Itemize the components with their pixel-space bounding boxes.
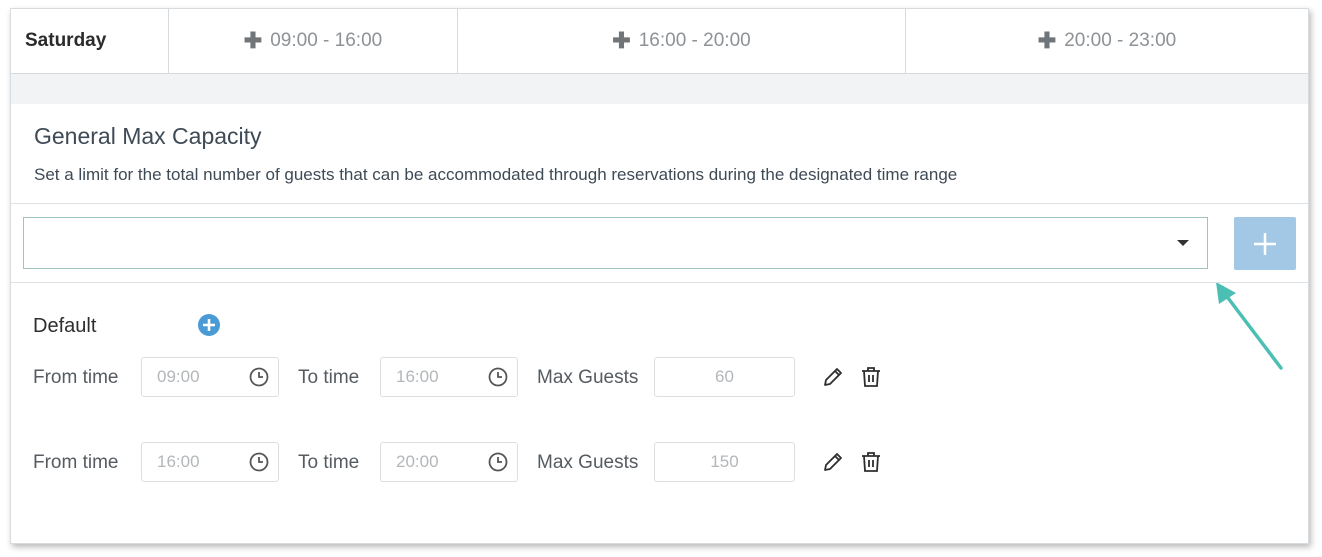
time-slot-3[interactable]: ✚ 20:00 - 23:00 xyxy=(906,9,1308,73)
time-slot-label: 09:00 - 16:00 xyxy=(270,30,383,51)
plus-icon xyxy=(1254,232,1276,255)
time-slot-1[interactable]: ✚ 09:00 - 16:00 xyxy=(169,9,458,73)
plus-icon: ✚ xyxy=(612,28,631,53)
add-capacity-button[interactable] xyxy=(1234,217,1296,270)
section-title: General Max Capacity xyxy=(34,123,262,149)
to-time-input[interactable]: 16:00 xyxy=(380,357,518,397)
clock-icon xyxy=(488,452,508,472)
pencil-icon[interactable] xyxy=(821,365,845,389)
section-description: Set a limit for the total number of gues… xyxy=(34,165,958,184)
time-range-row: From time 09:00 To time 16:00 Max Guests… xyxy=(11,357,1308,399)
max-guests-label: Max Guests xyxy=(537,367,639,388)
plus-icon: ✚ xyxy=(243,28,263,53)
capacity-group-select[interactable] xyxy=(23,217,1208,269)
group-label: Default xyxy=(33,315,97,337)
to-time-label: To time xyxy=(298,367,360,388)
max-guests-input[interactable]: 150 xyxy=(654,442,795,482)
add-time-range-icon[interactable] xyxy=(198,314,220,336)
from-time-label: From time xyxy=(33,452,119,473)
section-spacer xyxy=(11,74,1308,104)
day-label: Saturday xyxy=(11,9,169,73)
time-slot-label: 20:00 - 23:00 xyxy=(1064,30,1177,51)
from-time-input[interactable]: 09:00 xyxy=(141,357,279,397)
to-time-input[interactable]: 20:00 xyxy=(380,442,518,482)
chevron-down-icon xyxy=(1177,240,1189,246)
clock-icon xyxy=(249,367,269,387)
max-guests-input[interactable]: 60 xyxy=(654,357,795,397)
schedule-row: Saturday ✚ 09:00 - 16:00 ✚ 16:00 - 20:00… xyxy=(11,9,1308,74)
trash-icon[interactable] xyxy=(859,450,883,474)
to-time-value: 16:00 xyxy=(396,367,439,386)
time-slot-label: 16:00 - 20:00 xyxy=(638,30,751,51)
to-time-value: 20:00 xyxy=(396,452,439,471)
divider xyxy=(11,282,1308,283)
max-guests-label: Max Guests xyxy=(537,452,639,473)
from-time-value: 09:00 xyxy=(157,367,200,386)
trash-icon[interactable] xyxy=(859,365,883,389)
to-time-label: To time xyxy=(298,452,360,473)
time-range-row: From time 16:00 To time 20:00 Max Guests… xyxy=(11,442,1308,484)
time-slot-2[interactable]: ✚ 16:00 - 20:00 xyxy=(458,9,906,73)
from-time-value: 16:00 xyxy=(157,452,200,471)
clock-icon xyxy=(488,367,508,387)
capacity-panel: Saturday ✚ 09:00 - 16:00 ✚ 16:00 - 20:00… xyxy=(10,8,1309,544)
clock-icon xyxy=(249,452,269,472)
divider xyxy=(11,203,1308,204)
from-time-label: From time xyxy=(33,367,119,388)
plus-icon: ✚ xyxy=(1037,28,1057,53)
from-time-input[interactable]: 16:00 xyxy=(141,442,279,482)
pencil-icon[interactable] xyxy=(821,450,845,474)
